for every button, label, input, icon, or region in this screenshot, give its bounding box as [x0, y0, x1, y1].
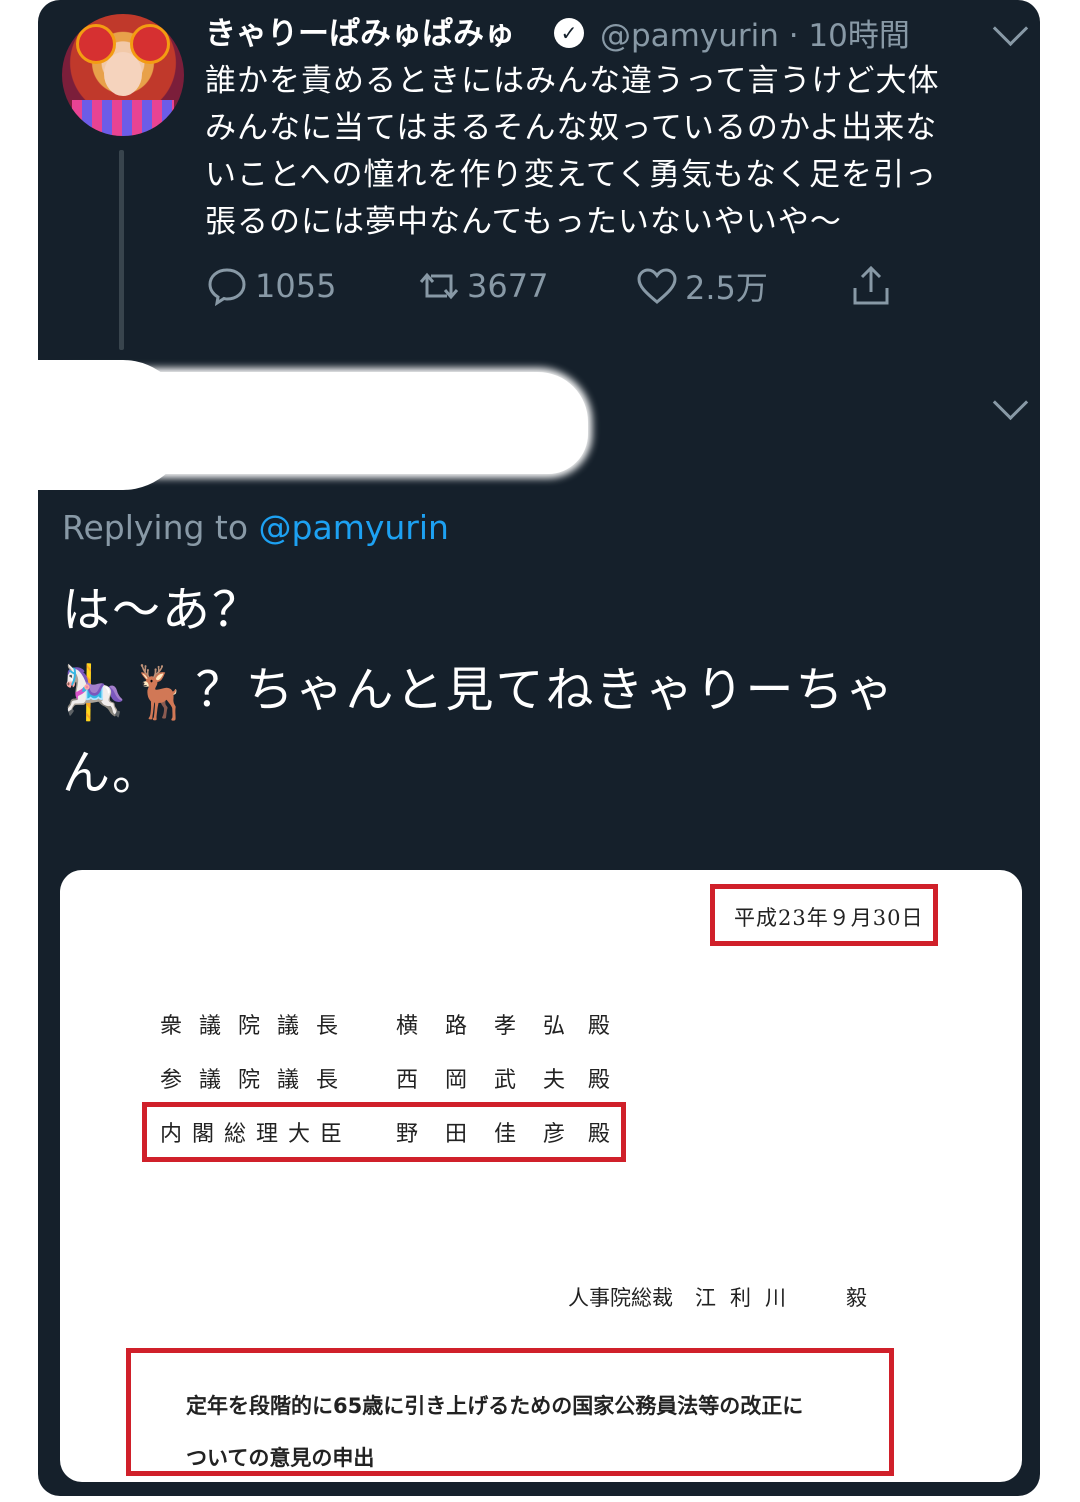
avatar-face [104, 52, 142, 96]
addressee-suffix: 殿 [588, 1014, 611, 1039]
attached-document-image[interactable]: 平成23年９月30日 衆議院議長 横路孝弘殿 参議院議長 西岡武夫殿 内閣総理大臣野… [60, 870, 1022, 1482]
addressee-suffix: 殿 [588, 1122, 611, 1147]
addressee-title: 参議院議長 [160, 1068, 356, 1093]
subject-line: 定年を段階的に65歳に引き上げるための国家公務員法等の改正に [186, 1394, 804, 1418]
tweet-text-line: みんなに当てはまるそんな奴っているのかよ出来な [205, 110, 938, 146]
sender: 人事院総裁 江利川 毅 [568, 1282, 867, 1312]
document-date: 平成23年９月30日 [734, 906, 924, 930]
reply-text-line: 🎠🦌？ちゃんと見てねきゃりーちゃ [62, 650, 962, 733]
addressee-row: 参議院議長 西岡武夫殿 [160, 1062, 610, 1094]
handle-and-timestamp[interactable]: @pamyurin · 10時間 [600, 10, 910, 55]
avatar[interactable] [62, 14, 184, 136]
carousel-horse-icon: 🎠 [62, 663, 129, 723]
sender-name: 江利川 [695, 1286, 800, 1310]
redacted-username [38, 372, 588, 474]
like-button[interactable]: 2.5万 [635, 262, 768, 310]
reply-icon [208, 268, 246, 307]
deer-icon: 🦌 [128, 663, 196, 723]
share-icon [853, 265, 889, 305]
replying-to: Replying to @pamyurin [62, 508, 449, 547]
sender-title: 人事院総裁 [568, 1286, 673, 1310]
retweet-count: 3677 [467, 267, 549, 305]
tweet-actions: 1055 3677 2.5万 [205, 262, 925, 310]
like-count: 2.5万 [685, 269, 768, 307]
addressee-title: 内閣総理大臣 [160, 1122, 353, 1147]
replying-handle-link[interactable]: @pamyurin [259, 508, 449, 547]
tweet-text-line: 張るのには夢中なんてもったいないやいや〜 [205, 204, 842, 240]
reply-text-line: は〜あ？ [62, 582, 263, 638]
replying-label: Replying to [62, 508, 249, 547]
display-name[interactable]: きゃりーぱみゅぱみゅ [205, 8, 515, 53]
heart-icon [637, 268, 677, 304]
reply-text-segment: ？ちゃんと見てねきゃりーちゃ [195, 662, 896, 718]
share-button[interactable] [849, 262, 899, 310]
addressee-name: 西岡武夫 [396, 1068, 593, 1093]
verified-badge-icon: ✓ [554, 18, 584, 48]
addressee-name: 横路孝弘 [396, 1014, 593, 1039]
addressee-name: 野田佳彦 [396, 1122, 593, 1147]
reply-text: は〜あ？ 🎠🦌？ちゃんと見てねきゃりーちゃ ん。 [62, 570, 962, 813]
tweet-text-line: 誰かを責めるときにはみんな違うって言うけど大体 [205, 63, 940, 99]
tweet-text-line: いことへの憧れを作り変えてく勇気もなく足を引っ [205, 157, 937, 193]
addressee-row: 内閣総理大臣 野田佳彦殿 [160, 1116, 610, 1148]
addressee-row: 衆議院議長 横路孝弘殿 [160, 1008, 610, 1040]
thread-connector-line [119, 150, 124, 350]
reply-button[interactable]: 1055 [205, 262, 336, 310]
document-subject: 定年を段階的に65歳に引き上げるための国家公務員法等の改正に ついての意見の申出 [186, 1380, 803, 1482]
retweet-button[interactable]: 3677 [417, 262, 548, 310]
sender-name-last: 毅 [846, 1286, 867, 1310]
reply-text-line: ん。 [62, 745, 163, 801]
tweet-text: 誰かを責めるときにはみんな違うって言うけど大体 みんなに当てはまるそんな奴ってい… [205, 58, 1005, 246]
avatar-outfit [72, 100, 174, 136]
retweet-icon [419, 272, 459, 300]
reply-count: 1055 [255, 267, 337, 305]
addressee-suffix: 殿 [588, 1068, 611, 1093]
addressee-title: 衆議院議長 [160, 1014, 356, 1039]
subject-line: ついての意見の申出 [186, 1446, 375, 1470]
